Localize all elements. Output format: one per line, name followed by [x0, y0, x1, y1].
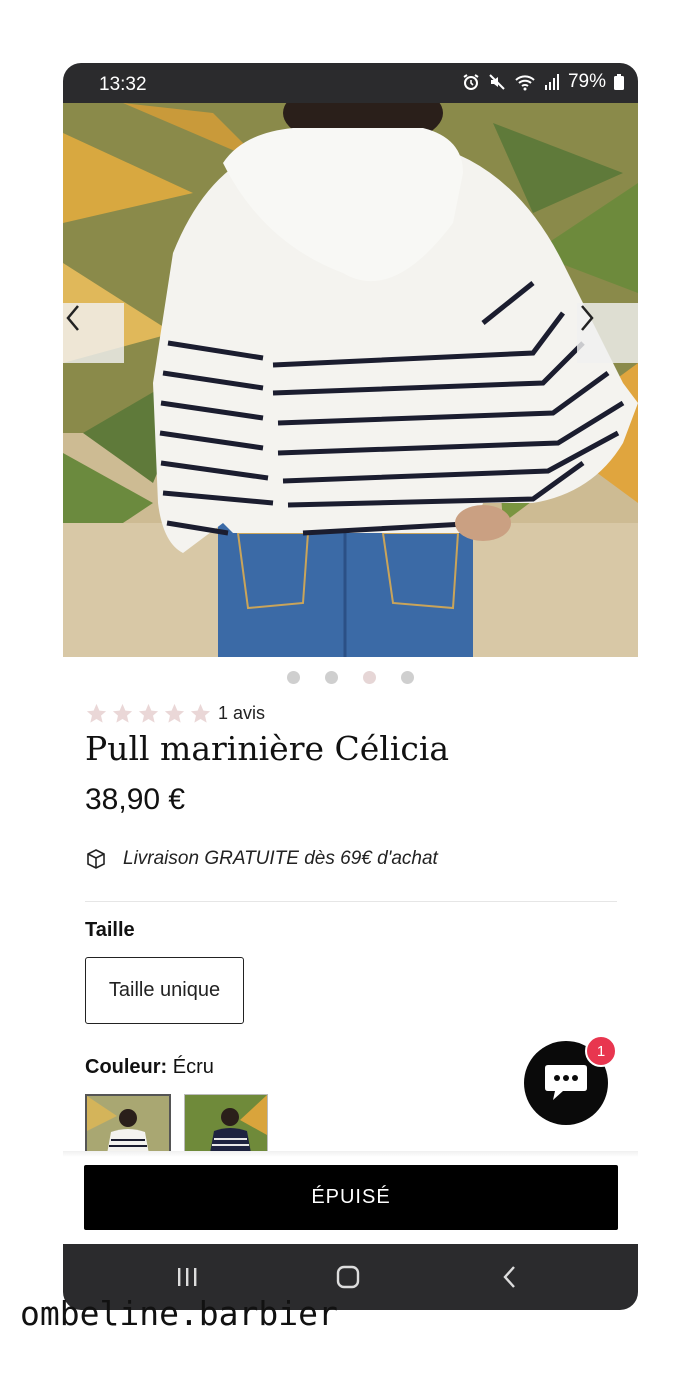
gallery-dot[interactable]	[401, 671, 414, 684]
size-label: Taille	[85, 919, 135, 941]
mute-icon	[488, 73, 506, 91]
status-time: 13:32	[99, 74, 147, 95]
product-photo-illustration	[63, 103, 638, 657]
back-button[interactable]	[470, 1244, 550, 1310]
back-icon	[503, 1266, 515, 1288]
swatch-thumbnail	[87, 1096, 169, 1154]
shipping-text: Livraison GRATUITE dès 69€ d'achat	[123, 848, 438, 869]
color-selector-label: Couleur: Écru	[85, 1056, 214, 1079]
product-photo[interactable]	[63, 103, 638, 657]
color-swatch-navy[interactable]	[184, 1094, 268, 1154]
star-icon	[86, 703, 107, 723]
shipping-info: Livraison GRATUITE dès 69€ d'achat	[85, 848, 438, 870]
box-icon	[87, 849, 105, 869]
color-label: Couleur:	[85, 1056, 168, 1078]
gallery-dots	[63, 671, 638, 684]
footer-shadow	[63, 1151, 638, 1157]
signal-icon	[544, 73, 560, 91]
chevron-left-icon	[66, 305, 79, 331]
gallery-dot[interactable]	[325, 671, 338, 684]
gallery-dot[interactable]	[287, 671, 300, 684]
chat-icon	[545, 1065, 587, 1100]
star-icon	[112, 703, 133, 723]
review-count[interactable]: 1 avis	[218, 703, 265, 724]
chevron-right-icon	[581, 305, 594, 331]
gallery-dot-active[interactable]	[363, 671, 376, 684]
product-price: 38,90 €	[85, 783, 186, 816]
status-icons: 79%	[462, 71, 624, 93]
sold-out-button[interactable]: ÉPUISÉ	[84, 1165, 618, 1230]
chat-notification-badge: 1	[585, 1035, 617, 1067]
size-option-button[interactable]: Taille unique	[85, 957, 244, 1024]
swatch-thumbnail	[185, 1095, 267, 1153]
home-icon	[336, 1265, 360, 1289]
divider	[85, 901, 617, 902]
star-icon	[190, 703, 211, 723]
alarm-icon	[462, 73, 480, 91]
battery-percent: 79%	[567, 71, 606, 92]
color-value: Écru	[172, 1056, 214, 1078]
status-bar: 13:32 79%	[63, 63, 638, 103]
product-title: Pull marinière Célicia	[85, 729, 450, 768]
recents-icon	[178, 1268, 197, 1286]
wifi-icon	[514, 73, 536, 91]
star-icon	[138, 703, 159, 723]
star-icon	[164, 703, 185, 723]
battery-icon	[614, 74, 624, 90]
phone-screen: 13:32 79% 1 avis Pull marinière Célicia …	[63, 63, 638, 1310]
gallery-prev-button[interactable]	[63, 303, 124, 363]
gallery-next-button[interactable]	[577, 303, 638, 363]
product-rating[interactable]: 1 avis	[85, 702, 265, 725]
watermark-username: ombeline.barbier	[20, 1294, 338, 1333]
rating-stars	[85, 702, 212, 725]
color-swatch-ecru[interactable]	[85, 1094, 171, 1156]
